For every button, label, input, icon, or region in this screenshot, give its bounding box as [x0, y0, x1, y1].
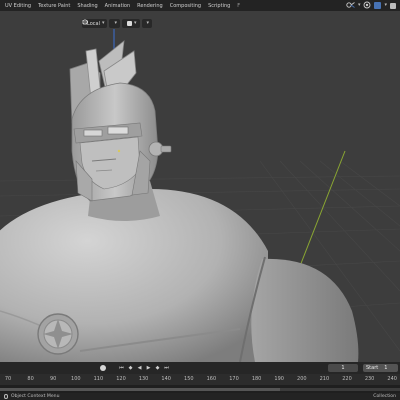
- tab-scripting[interactable]: Scripting: [208, 3, 230, 9]
- ruler-tick: 130: [138, 376, 149, 382]
- ruler-tick: 150: [184, 376, 194, 382]
- ruler-tick: 70: [4, 376, 12, 382]
- ruler-tick: 90: [50, 376, 57, 382]
- solid-shading-icon[interactable]: [390, 2, 396, 9]
- viewport-header-tools: Local ▾ ▾ ▾ ▾: [82, 19, 153, 28]
- 3d-viewport[interactable]: Local ▾ ▾ ▾ ▾: [0, 11, 400, 362]
- orientation-label: Local: [87, 20, 100, 27]
- status-hint: Object Context Menu: [11, 394, 60, 399]
- prev-keyframe-icon[interactable]: ◆: [127, 365, 134, 372]
- ruler-tick: 120: [116, 376, 126, 382]
- helmet-head: [69, 40, 172, 202]
- ruler-tick: 200: [297, 376, 307, 382]
- record-icon[interactable]: [100, 365, 106, 371]
- snap-toggle[interactable]: ▾: [82, 19, 140, 28]
- tab-animation[interactable]: Animation: [105, 3, 131, 9]
- timeline-scrollbar[interactable]: [0, 385, 400, 393]
- playback-controls: ⏮ ◆ ◀ ▶ ◆ ⏭: [118, 364, 170, 372]
- ruler-tick: 110: [93, 376, 104, 382]
- chest-emblem: [37, 313, 79, 355]
- tab-uv-editing[interactable]: UV Editing: [5, 3, 31, 9]
- chevron-down-icon: ▾: [146, 20, 150, 26]
- chevron-down-icon[interactable]: ▾: [384, 2, 387, 9]
- tab-compositing[interactable]: Compositing: [170, 3, 201, 9]
- ruler-tick: 140: [161, 376, 171, 382]
- snap-target-icon: [127, 21, 132, 26]
- timeline-ruler[interactable]: 70 80 90 100 110 120 130 140 150 160 170 180 190 200 2…: [0, 374, 400, 385]
- chevron-down-icon: ▾: [101, 20, 105, 26]
- jump-end-icon[interactable]: ⏭: [163, 365, 170, 372]
- ruler-tick: 160: [206, 376, 217, 382]
- shoulder-shape: [251, 258, 359, 362]
- current-frame-field[interactable]: 1: [328, 364, 358, 372]
- workspace-tabs: UV Editing Texture Paint Shading Animati…: [0, 3, 247, 9]
- tab-shading[interactable]: Shading: [77, 3, 97, 9]
- play-icon[interactable]: ▶: [145, 365, 152, 372]
- ruler-tick: 190: [274, 376, 284, 382]
- tab-more[interactable]: F: [237, 3, 240, 9]
- viewport-canvas: [0, 29, 400, 362]
- ruler-tick: 220: [342, 376, 352, 382]
- mouse-right-click-icon: [4, 394, 8, 399]
- transform-gizmo-icon[interactable]: [346, 1, 355, 11]
- chevron-down-icon[interactable]: ▾: [358, 2, 361, 9]
- play-reverse-icon[interactable]: ◀: [136, 365, 143, 372]
- ruler-tick: 180: [251, 376, 262, 382]
- workspace-tab-bar: UV Editing Texture Paint Shading Animati…: [0, 0, 400, 11]
- proportional-editing-toggle[interactable]: ▾: [82, 19, 153, 28]
- tab-texture-paint[interactable]: Texture Paint: [38, 3, 70, 9]
- start-label: Start: [366, 365, 379, 371]
- overlay-icon[interactable]: [363, 1, 371, 11]
- scrollbar-thumb[interactable]: [0, 388, 280, 391]
- next-keyframe-icon[interactable]: ◆: [154, 365, 161, 372]
- ruler-tick: 240: [387, 376, 397, 382]
- ruler-tick: 170: [229, 376, 239, 382]
- chevron-down-icon: ▾: [114, 20, 117, 26]
- start-value: 1: [384, 365, 388, 371]
- ruler-tick: 100: [71, 376, 81, 382]
- start-frame-field[interactable]: Start 1: [363, 364, 398, 372]
- ruler-tick: 210: [319, 376, 330, 382]
- chevron-down-icon: ▾: [134, 20, 137, 26]
- ruler-tick: 230: [364, 376, 375, 382]
- pivot-point-dropdown[interactable]: ▾: [82, 19, 120, 28]
- xray-toggle-icon[interactable]: [374, 2, 382, 9]
- ruler-tick: 80: [27, 376, 34, 382]
- header-right-tools: ▾ ▾: [346, 1, 396, 10]
- jump-start-icon[interactable]: ⏮: [118, 365, 125, 372]
- status-collection: Collection: [373, 394, 396, 399]
- status-bar: Object Context Menu Collection: [0, 393, 400, 400]
- tab-rendering[interactable]: Rendering: [137, 3, 163, 9]
